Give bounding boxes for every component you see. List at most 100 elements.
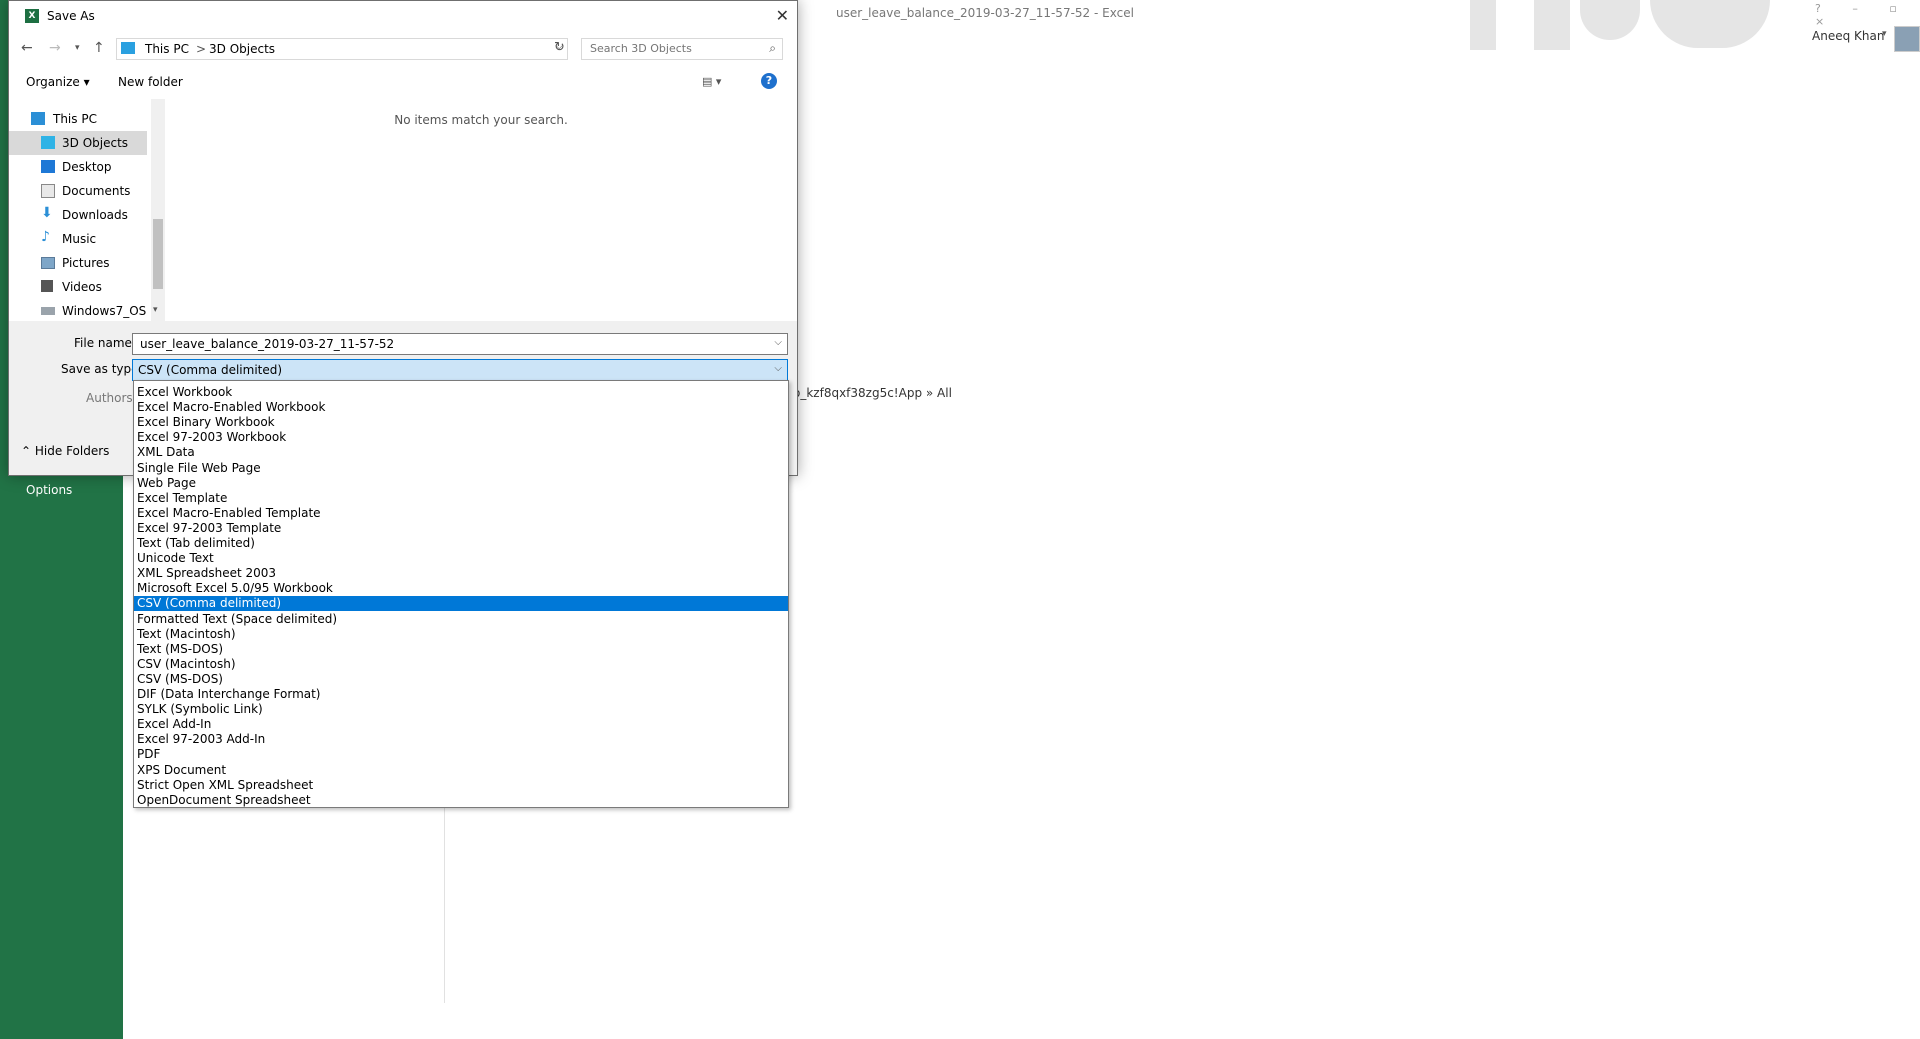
- save-as-type-label: Save as type:: [61, 362, 143, 376]
- file-list[interactable]: No items match your search.: [165, 99, 797, 321]
- save-as-type-value: CSV (Comma delimited): [138, 363, 283, 377]
- save-type-option[interactable]: DIF (Data Interchange Format): [134, 687, 788, 702]
- nav-item-downloads[interactable]: ⬇ Downloads: [9, 203, 147, 227]
- forward-arrow-icon[interactable]: →: [49, 40, 61, 56]
- save-type-option[interactable]: PDF: [134, 747, 788, 762]
- refresh-icon[interactable]: ↻: [554, 40, 565, 55]
- save-type-option[interactable]: SYLK (Symbolic Link): [134, 702, 788, 717]
- breadcrumb-this-pc[interactable]: This PC: [145, 42, 189, 56]
- cube-icon: [41, 136, 55, 149]
- download-arrow-icon: ⬇: [41, 205, 53, 221]
- search-box[interactable]: ⌕: [581, 38, 783, 60]
- view-options-icon[interactable]: ▤ ▾: [702, 75, 721, 88]
- picture-icon: [41, 257, 55, 269]
- avatar[interactable]: [1894, 26, 1920, 52]
- navigation-bar: ← → ▾ ↑ This PC > 3D Objects ⌵ ↻ ⌕: [9, 36, 797, 62]
- hide-folders-button[interactable]: ⌃ Hide Folders: [21, 444, 109, 458]
- save-type-option[interactable]: Strict Open XML Spreadsheet: [134, 778, 788, 793]
- nav-item-label: 3D Objects: [62, 136, 129, 150]
- save-type-option[interactable]: Excel Workbook: [134, 385, 788, 400]
- breadcrumb-separator: >: [196, 42, 207, 56]
- save-type-option[interactable]: Formatted Text (Space delimited): [134, 612, 788, 627]
- window-controls[interactable]: ? – ▫ ×: [1815, 2, 1920, 28]
- address-bar[interactable]: This PC > 3D Objects ⌵: [116, 38, 568, 60]
- excel-icon: X: [25, 9, 39, 23]
- decorative-pattern: [1650, 0, 1770, 48]
- nav-item-this-pc[interactable]: This PC: [9, 107, 147, 131]
- chevron-down-icon[interactable]: ⌵: [774, 337, 782, 348]
- desktop-icon: [41, 160, 55, 173]
- nav-item-desktop[interactable]: Desktop: [9, 155, 147, 179]
- music-note-icon: ♪: [41, 229, 50, 245]
- dialog-toolbar: Organize ▾ New folder ▤ ▾ ?: [9, 69, 797, 97]
- help-icon[interactable]: ?: [761, 73, 777, 89]
- save-type-option[interactable]: Microsoft Excel 5.0/95 Workbook: [134, 581, 788, 596]
- save-as-type-select[interactable]: CSV (Comma delimited) ⌵: [132, 359, 788, 381]
- file-name-field[interactable]: ⌵: [132, 333, 788, 355]
- save-type-option[interactable]: Excel Template: [134, 491, 788, 506]
- nav-item-label: Desktop: [62, 160, 112, 174]
- decorative-pattern: [1580, 0, 1640, 40]
- save-type-option[interactable]: Excel Macro-Enabled Workbook: [134, 400, 788, 415]
- file-name-label: File name:: [74, 336, 136, 350]
- nav-item-pictures[interactable]: Pictures: [9, 251, 147, 275]
- search-input[interactable]: [588, 41, 757, 56]
- nav-item-label: Music: [62, 232, 97, 246]
- breadcrumb-3d-objects[interactable]: 3D Objects: [209, 42, 275, 56]
- save-type-option[interactable]: Excel Binary Workbook: [134, 415, 788, 430]
- save-type-option[interactable]: Excel 97-2003 Workbook: [134, 430, 788, 445]
- search-icon[interactable]: ⌕: [769, 41, 776, 56]
- dialog-title: Save As: [47, 9, 95, 23]
- up-arrow-icon[interactable]: ↑: [93, 40, 105, 56]
- save-type-option[interactable]: XPS Document: [134, 763, 788, 778]
- save-type-option[interactable]: Excel 97-2003 Add-In: [134, 732, 788, 747]
- authors-label: Authors:: [86, 391, 137, 405]
- save-type-option[interactable]: Web Page: [134, 476, 788, 491]
- decorative-pattern: [1534, 0, 1570, 50]
- document-icon: [41, 184, 55, 198]
- empty-message: No items match your search.: [394, 113, 568, 127]
- file-name-input[interactable]: [138, 336, 762, 352]
- account-name[interactable]: Aneeq Khan: [1812, 29, 1884, 43]
- nav-item-music[interactable]: ♪ Music: [9, 227, 147, 251]
- save-type-option[interactable]: XML Data: [134, 445, 788, 460]
- save-type-option[interactable]: OpenDocument Spreadsheet: [134, 793, 788, 808]
- save-type-option[interactable]: Single File Web Page: [134, 461, 788, 476]
- nav-item-documents[interactable]: Documents: [9, 179, 147, 203]
- save-type-option[interactable]: CSV (MS-DOS): [134, 672, 788, 687]
- organize-button[interactable]: Organize ▾: [26, 75, 90, 89]
- recent-locations-icon[interactable]: ▾: [75, 43, 80, 53]
- back-arrow-icon[interactable]: ←: [21, 40, 33, 56]
- nav-item-label: Windows7_OS (C: [62, 304, 164, 318]
- chevron-up-icon: ⌃: [21, 444, 32, 458]
- save-type-option[interactable]: Unicode Text: [134, 551, 788, 566]
- nav-item-label: Documents: [62, 184, 131, 198]
- save-type-option[interactable]: Text (Macintosh): [134, 627, 788, 642]
- save-type-option[interactable]: XML Spreadsheet 2003: [134, 566, 788, 581]
- save-type-option[interactable]: Text (MS-DOS): [134, 642, 788, 657]
- chevron-down-icon[interactable]: ⌵: [774, 363, 782, 374]
- new-folder-button[interactable]: New folder: [118, 75, 183, 89]
- save-type-option[interactable]: CSV (Macintosh): [134, 657, 788, 672]
- scrollbar-thumb[interactable]: [153, 219, 163, 289]
- film-icon: [41, 280, 53, 292]
- save-type-option[interactable]: Excel Add-In: [134, 717, 788, 732]
- save-type-option[interactable]: CSV (Comma delimited): [134, 596, 788, 612]
- save-type-option[interactable]: Excel Macro-Enabled Template: [134, 506, 788, 521]
- options-menu-item[interactable]: Options: [26, 483, 72, 497]
- close-button[interactable]: ✕: [776, 6, 789, 25]
- location-path: o_kzf8qxf38zg5c!App » All: [793, 386, 952, 400]
- nav-item-label: Videos: [62, 280, 102, 294]
- save-type-option[interactable]: Text (Tab delimited): [134, 536, 788, 551]
- nav-item-label: Pictures: [62, 256, 110, 270]
- nav-item-windows7-os[interactable]: Windows7_OS (C: [9, 299, 163, 323]
- chevron-down-icon[interactable]: ▾: [1882, 29, 1887, 39]
- this-pc-icon: [121, 42, 135, 54]
- nav-item-videos[interactable]: Videos: [9, 275, 147, 299]
- nav-item-3d-objects[interactable]: 3D Objects: [9, 131, 147, 155]
- save-type-option[interactable]: Excel 97-2003 Template: [134, 521, 788, 536]
- drive-icon: [41, 307, 55, 315]
- scroll-down-icon[interactable]: ▾: [153, 305, 158, 315]
- navigation-pane: This PC 3D Objects Desktop Documents ⬇ D…: [9, 99, 165, 321]
- save-as-type-list[interactable]: Excel Workbook Excel Macro-Enabled Workbo…: [133, 380, 789, 808]
